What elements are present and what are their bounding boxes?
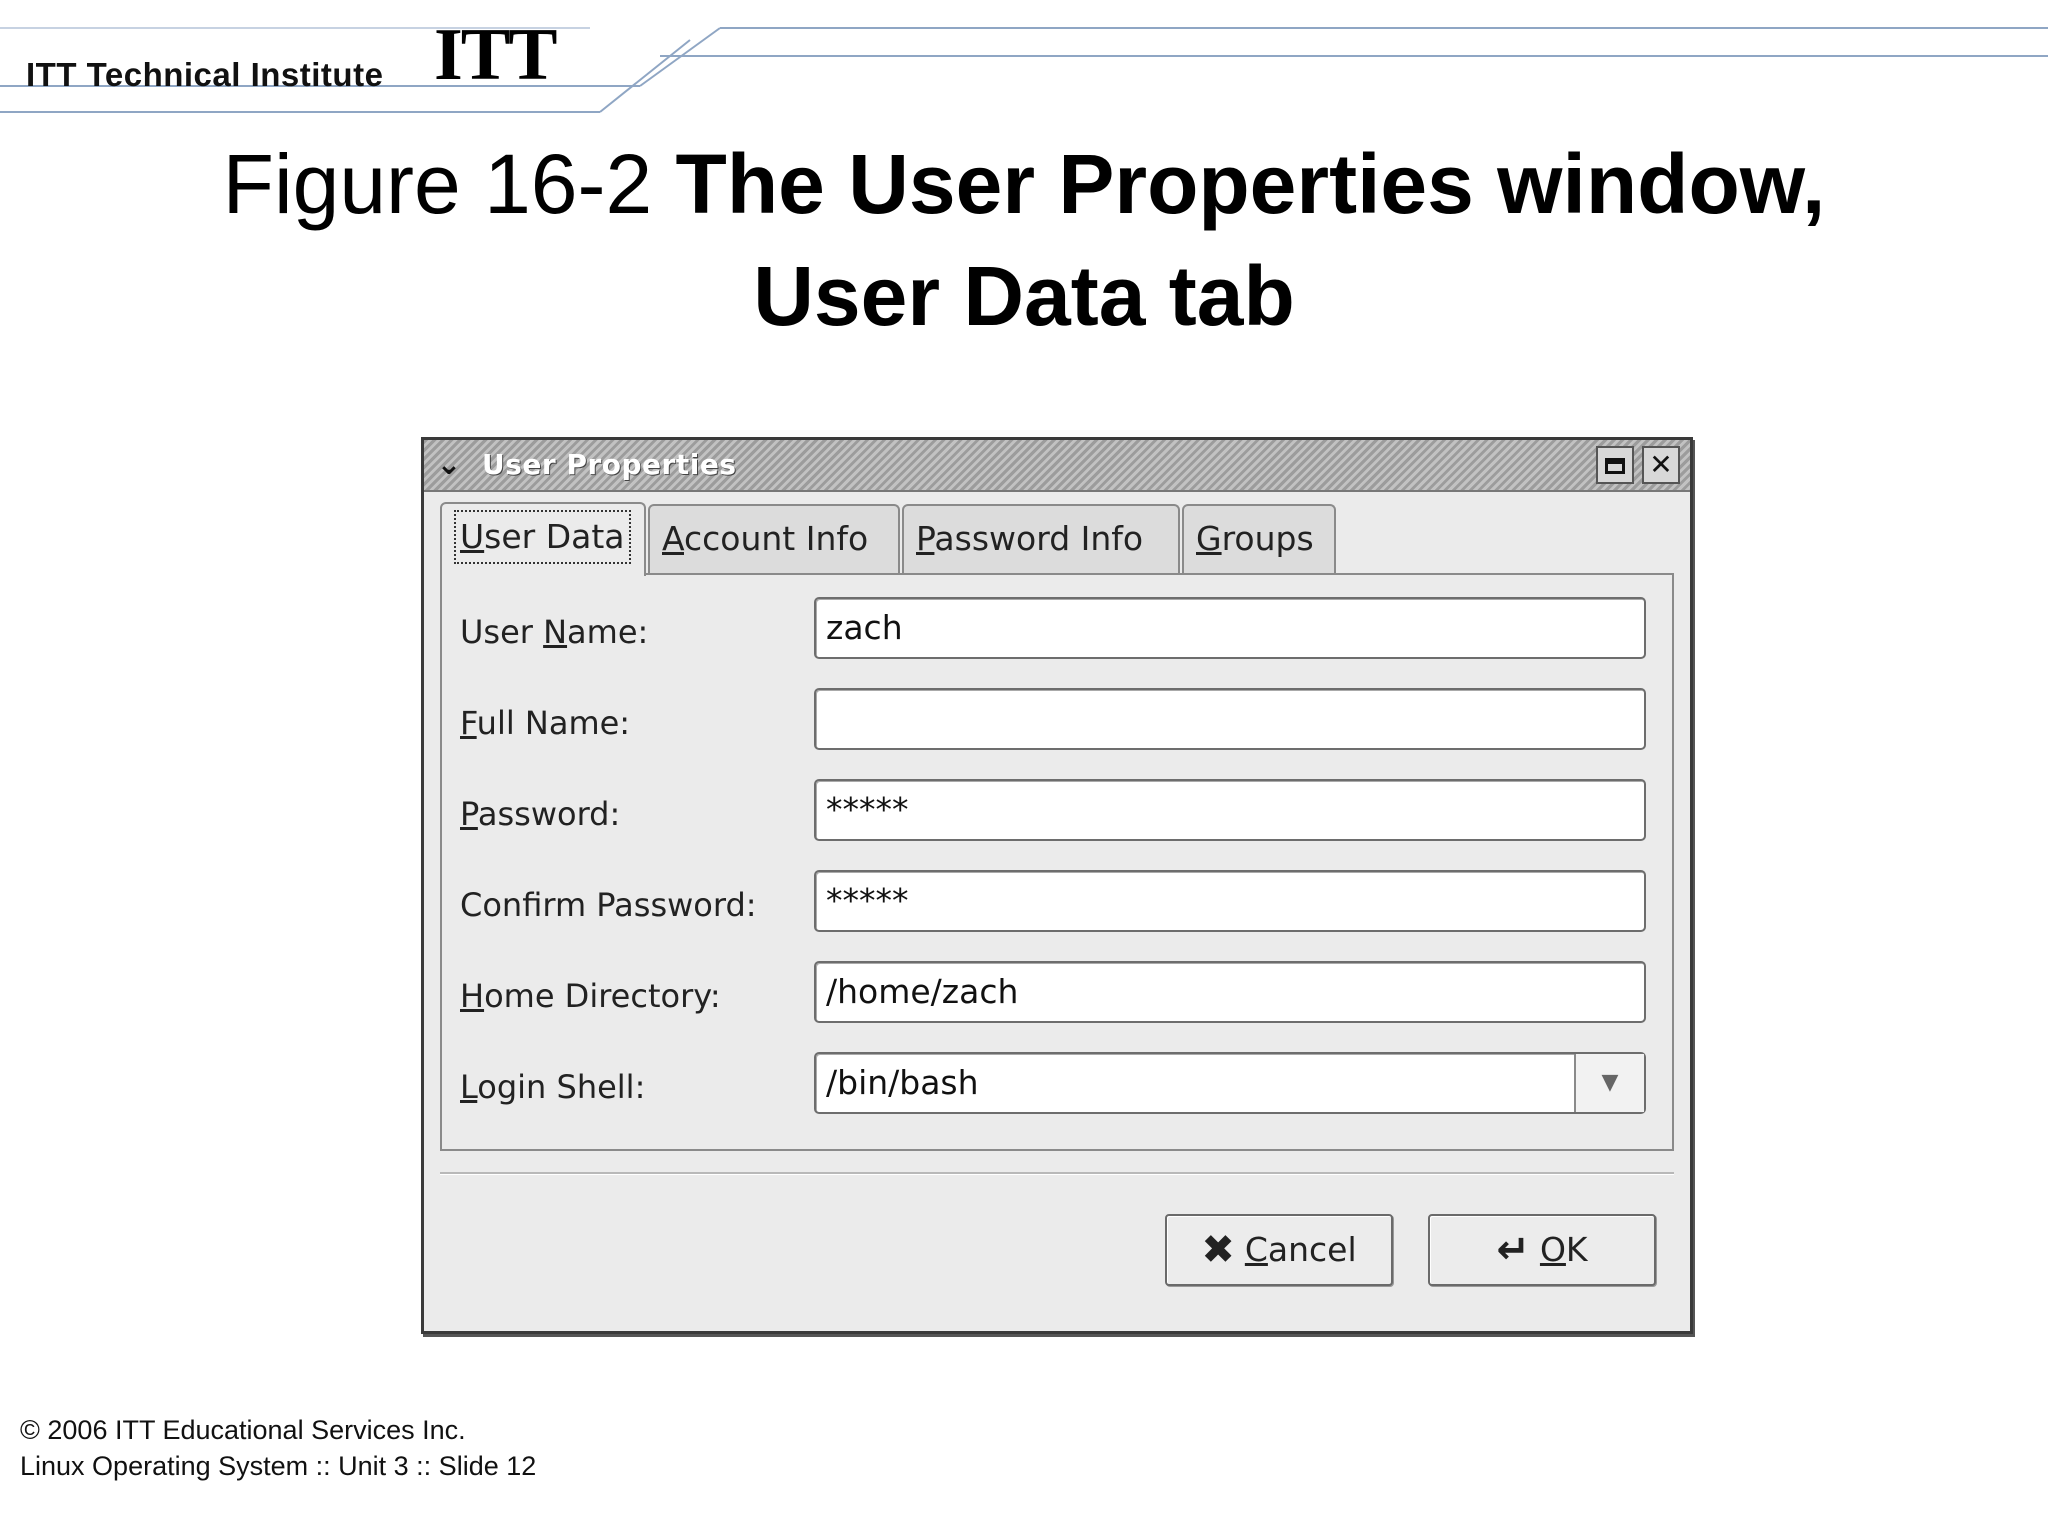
password-label: Password: xyxy=(460,795,621,833)
tab-password-info[interactable]: Password Info xyxy=(902,504,1180,574)
ok-label: K xyxy=(1565,1230,1588,1269)
maximize-icon[interactable] xyxy=(1596,446,1634,484)
brand-name: ITT Technical Institute xyxy=(26,56,384,93)
tab-groups[interactable]: Groups xyxy=(1182,504,1336,574)
dropdown-arrow-icon[interactable]: ▼ xyxy=(1574,1054,1644,1112)
user-name-field[interactable]: zach xyxy=(814,597,1646,659)
full-name-label: Full Name: xyxy=(460,704,631,742)
login-shell-combo[interactable]: /bin/bash ▼ xyxy=(814,1052,1646,1114)
tab-label: ccount Info xyxy=(684,519,869,558)
user-name-label: User Name: xyxy=(460,613,649,651)
divider xyxy=(440,1172,1674,1175)
brand-logo: ITT xyxy=(434,14,558,96)
tab-label: assword Info xyxy=(934,519,1144,558)
user-properties-window: ⌄ User Properties ✕ User Data Account In… xyxy=(421,437,1693,1334)
ok-button[interactable]: ↵ OK xyxy=(1428,1214,1656,1286)
slide-title: Figure 16-2 The User Properties window, … xyxy=(0,128,2048,352)
cancel-label: ancel xyxy=(1267,1230,1357,1269)
full-name-field[interactable] xyxy=(814,688,1646,750)
tab-mnemonic: G xyxy=(1196,519,1222,558)
ok-icon: ↵ xyxy=(1496,1227,1530,1273)
confirm-password-label: Confirm Password: xyxy=(460,886,757,924)
user-data-panel: User Name: zach Full Name: Password: ***… xyxy=(440,573,1674,1151)
tab-mnemonic: A xyxy=(662,519,684,558)
tab-label: ser Data xyxy=(484,517,625,556)
chevron-down-icon[interactable]: ⌄ xyxy=(432,448,466,482)
password-field[interactable]: ***** xyxy=(814,779,1646,841)
copyright-text: © 2006 ITT Educational Services Inc. xyxy=(20,1415,466,1445)
close-icon[interactable]: ✕ xyxy=(1642,446,1680,484)
tab-label: roups xyxy=(1221,519,1314,558)
figure-label: Figure 16-2 xyxy=(222,137,653,231)
confirm-password-field[interactable]: ***** xyxy=(814,870,1646,932)
cancel-mnemonic: C xyxy=(1244,1230,1268,1269)
tab-mnemonic: U xyxy=(460,517,485,556)
course-info: Linux Operating System :: Unit 3 :: Slid… xyxy=(20,1451,537,1481)
title-line-1: The User Properties window, xyxy=(675,137,1826,231)
tab-mnemonic: P xyxy=(916,519,935,558)
window-titlebar[interactable]: ⌄ User Properties ✕ xyxy=(424,440,1690,492)
tab-user-data[interactable]: User Data xyxy=(440,502,646,576)
login-shell-label: Login Shell: xyxy=(460,1068,646,1106)
home-directory-field[interactable]: /home/zach xyxy=(814,961,1646,1023)
login-shell-value: /bin/bash xyxy=(826,1063,979,1102)
window-title: User Properties xyxy=(482,448,737,481)
home-directory-label: Home Directory: xyxy=(460,977,721,1015)
x-icon: ✖ xyxy=(1201,1227,1235,1273)
title-line-2: User Data tab xyxy=(753,249,1295,343)
ok-mnemonic: O xyxy=(1539,1230,1566,1269)
tab-account-info[interactable]: Account Info xyxy=(648,504,900,574)
slide-footer: © 2006 ITT Educational Services Inc. Lin… xyxy=(20,1412,536,1484)
cancel-button[interactable]: ✖ Cancel xyxy=(1165,1214,1393,1286)
